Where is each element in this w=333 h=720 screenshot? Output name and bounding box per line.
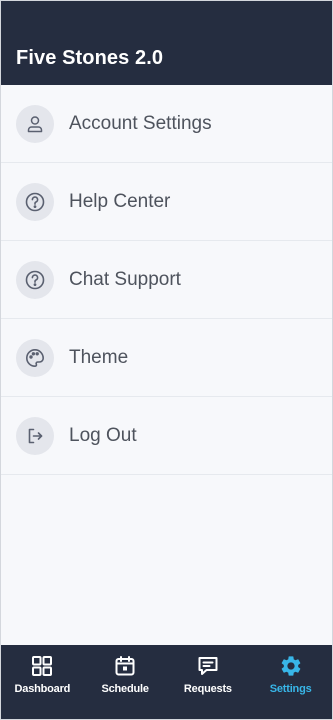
- menu-item-account-settings[interactable]: Account Settings: [1, 85, 332, 163]
- menu-label: Chat Support: [69, 268, 181, 290]
- question-icon: [16, 182, 54, 221]
- menu-item-log-out[interactable]: Log Out: [1, 397, 332, 475]
- logout-icon: [16, 416, 54, 455]
- menu-item-chat-support[interactable]: Chat Support: [1, 241, 332, 319]
- gear-icon: [279, 654, 303, 678]
- nav-label: Dashboard: [14, 683, 71, 695]
- menu-label: Log Out: [69, 424, 137, 446]
- chat-icon: [196, 654, 220, 678]
- menu-item-help-center[interactable]: Help Center: [1, 163, 332, 241]
- nav-item-requests[interactable]: Requests: [167, 645, 250, 719]
- nav-item-schedule[interactable]: Schedule: [84, 645, 167, 719]
- grid-icon: [30, 654, 54, 678]
- question-icon: [16, 260, 54, 299]
- app-frame: Five Stones 2.0 Account Settings Help Ce…: [0, 0, 333, 720]
- nav-item-settings[interactable]: Settings: [249, 645, 332, 719]
- palette-icon: [16, 338, 54, 377]
- settings-menu: Account Settings Help Center Chat Suppor…: [1, 85, 332, 645]
- app-title: Five Stones 2.0: [16, 47, 164, 69]
- nav-item-dashboard[interactable]: Dashboard: [1, 645, 84, 719]
- bottom-nav: Dashboard Schedule Requests Settings: [1, 645, 332, 719]
- menu-label: Help Center: [69, 190, 171, 212]
- menu-item-theme[interactable]: Theme: [1, 319, 332, 397]
- app-header: Five Stones 2.0: [1, 1, 332, 85]
- menu-label: Account Settings: [69, 112, 212, 134]
- nav-label: Settings: [269, 683, 312, 695]
- menu-label: Theme: [69, 346, 129, 368]
- user-icon: [16, 104, 54, 143]
- nav-label: Schedule: [101, 683, 149, 695]
- nav-label: Requests: [183, 683, 232, 695]
- calendar-icon: [113, 654, 137, 678]
